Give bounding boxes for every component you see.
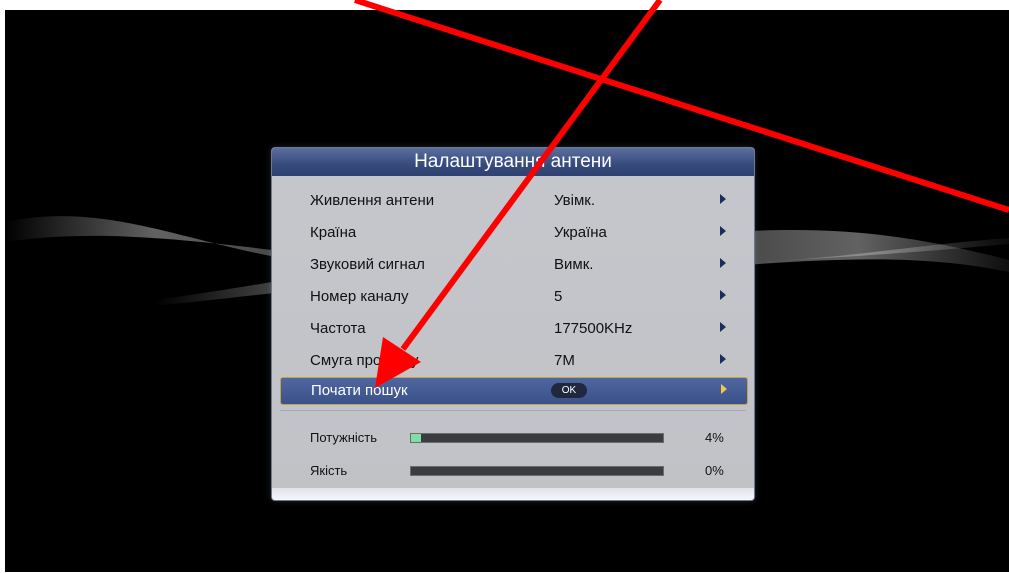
start-search-row[interactable]: Почати пошук OK [280, 377, 748, 405]
row-label: Країна [310, 224, 357, 241]
ok-button[interactable]: OK [551, 383, 587, 398]
meter-label: Якість [310, 463, 348, 478]
row-label: Звуковий сигнал [310, 256, 425, 273]
menu-row-channel-number[interactable]: Номер каналу 5 [280, 284, 746, 310]
row-value: 5 [554, 288, 563, 305]
row-label: Смуга пропуску [310, 352, 419, 369]
triangle-right-icon [720, 258, 726, 268]
menu-row-sound-signal[interactable]: Звуковий сигнал Вимк. [280, 252, 746, 278]
menu-row-bandwidth[interactable]: Смуга пропуску 7M [280, 348, 746, 374]
row-label: Частота [310, 320, 366, 337]
triangle-right-icon [720, 194, 726, 204]
meter-percent: 0% [705, 463, 724, 478]
tv-screen: Налаштування антени Живлення антени Увім… [5, 10, 1009, 572]
row-value: Увімк. [554, 192, 596, 209]
triangle-right-icon [720, 322, 726, 332]
row-value: Вимк. [554, 256, 594, 273]
triangle-right-icon [720, 290, 726, 300]
signal-power-meter: Потужність 4% [280, 428, 746, 448]
quality-bar [410, 466, 664, 476]
triangle-right-icon [720, 354, 726, 364]
triangle-right-icon [720, 226, 726, 236]
signal-quality-meter: Якість 0% [280, 461, 746, 481]
antenna-settings-dialog: Налаштування антени Живлення антени Увім… [271, 147, 755, 501]
menu-row-frequency[interactable]: Частота 177500KHz [280, 316, 746, 342]
meter-label: Потужність [310, 430, 378, 445]
row-label: Живлення антени [310, 192, 435, 209]
dialog-title: Налаштування антени [272, 148, 754, 176]
menu-row-antenna-power[interactable]: Живлення антени Увімк. [280, 188, 746, 214]
triangle-right-icon [721, 384, 727, 394]
row-value: Україна [554, 224, 607, 241]
row-value: 7M [554, 352, 575, 369]
separator [280, 410, 746, 411]
start-search-label: Почати пошук [311, 382, 408, 399]
power-bar-fill [411, 434, 422, 442]
menu-row-country[interactable]: Країна Україна [280, 220, 746, 246]
dialog-footer [272, 488, 754, 500]
row-value: 177500KHz [554, 320, 633, 337]
power-bar [410, 433, 664, 443]
row-label: Номер каналу [310, 288, 409, 305]
meter-percent: 4% [705, 430, 724, 445]
